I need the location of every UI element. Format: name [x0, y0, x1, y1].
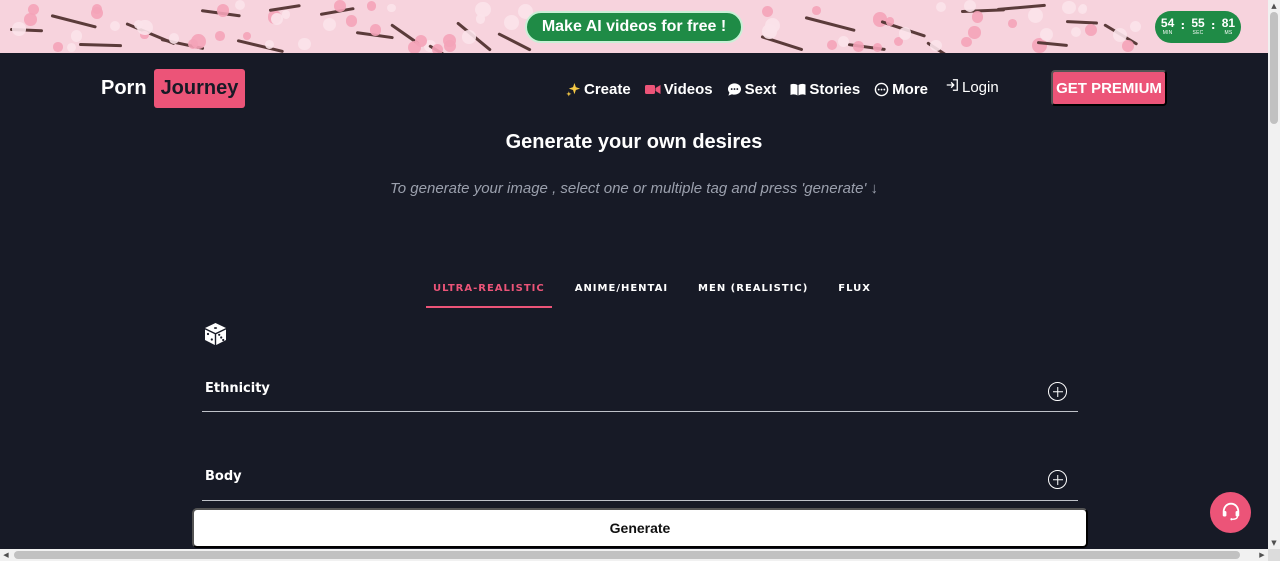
login-label: Login: [962, 78, 999, 96]
scrollbar-corner: [1268, 549, 1280, 561]
main-nav: Create Videos Sext Stories More: [566, 78, 942, 100]
nav-sext-label: Sext: [744, 80, 777, 98]
nav-sext[interactable]: Sext: [727, 80, 777, 98]
scroll-up-arrow-icon[interactable]: ▲: [1268, 0, 1280, 12]
section-ethnicity-label[interactable]: Ethnicity: [205, 381, 270, 396]
nav-stories-label: Stories: [809, 80, 861, 98]
timer-ms-value: 81: [1221, 16, 1236, 30]
timer-seconds-label: SEC: [1192, 30, 1204, 36]
nav-more-label: More: [892, 80, 929, 98]
timer-ms-label: MS: [1224, 30, 1233, 36]
tab-ultra-realistic[interactable]: ULTRA-REALISTIC: [426, 283, 552, 308]
countdown-timer: 54 MIN : 55 SEC : 81 MS: [1155, 11, 1241, 43]
make-ai-videos-button[interactable]: Make AI videos for free !: [525, 11, 743, 43]
nav-videos-label: Videos: [663, 80, 713, 98]
support-chat-button[interactable]: [1210, 492, 1251, 533]
vertical-scrollbar[interactable]: ▲ ▼: [1268, 0, 1280, 549]
model-tabs: ULTRA-REALISTIC ANIME/HENTAI MEN (REALIS…: [426, 283, 894, 308]
timer-separator: :: [1211, 18, 1216, 32]
expand-body-icon[interactable]: [1048, 470, 1067, 489]
timer-minutes: 54 MIN: [1157, 17, 1179, 37]
section-body-label[interactable]: Body: [205, 469, 242, 484]
generate-button[interactable]: Generate: [192, 508, 1088, 548]
timer-seconds: 55 SEC: [1187, 17, 1209, 37]
timer-minutes-value: 54: [1160, 16, 1175, 30]
nav-videos[interactable]: Videos: [644, 80, 713, 98]
logo-word-journey: Journey: [153, 69, 246, 108]
chat-bubble-icon: [727, 82, 742, 97]
dice-icon[interactable]: [203, 322, 228, 346]
nav-more[interactable]: More: [874, 81, 928, 98]
scroll-left-arrow-icon[interactable]: ◀: [0, 549, 12, 561]
horizontal-scrollbar[interactable]: ◀ ▶: [0, 549, 1268, 561]
tab-men-realistic[interactable]: MEN (REALISTIC): [691, 283, 815, 308]
nav-create-label: Create: [584, 80, 631, 98]
section-ethnicity-divider: [202, 411, 1078, 412]
logo-word-porn: Porn: [101, 77, 147, 99]
get-premium-button[interactable]: GET PREMIUM: [1051, 70, 1167, 106]
section-body-divider: [202, 500, 1078, 501]
nav-create[interactable]: Create: [566, 81, 631, 98]
page-subtitle: To generate your image , select one or m…: [390, 180, 878, 197]
scroll-down-arrow-icon[interactable]: ▼: [1268, 537, 1280, 549]
tab-flux[interactable]: FLUX: [831, 283, 878, 308]
page-title: Generate your own desires: [505, 131, 763, 153]
vertical-scroll-thumb[interactable]: [1270, 12, 1278, 124]
horizontal-scroll-thumb[interactable]: [14, 551, 1240, 559]
video-camera-icon: [644, 83, 661, 96]
login-icon: [945, 78, 959, 96]
tab-anime-hentai[interactable]: ANIME/HENTAI: [568, 283, 675, 308]
promo-banner[interactable]: Make AI videos for free ! 54 MIN : 55 SE…: [0, 0, 1268, 53]
login-link[interactable]: Login: [945, 78, 999, 96]
sparkles-icon: [566, 82, 581, 97]
timer-seconds-value: 55: [1191, 16, 1205, 30]
more-circle-icon: [874, 82, 889, 97]
timer-minutes-label: MIN: [1162, 30, 1173, 36]
book-icon: [790, 83, 806, 96]
site-logo[interactable]: Porn Journey: [101, 69, 246, 108]
timer-milliseconds: 81 MS: [1217, 17, 1239, 37]
headset-icon: [1220, 500, 1242, 526]
timer-separator: :: [1180, 18, 1185, 32]
scroll-right-arrow-icon[interactable]: ▶: [1256, 549, 1268, 561]
nav-stories[interactable]: Stories: [790, 81, 860, 98]
expand-ethnicity-icon[interactable]: [1048, 382, 1067, 401]
